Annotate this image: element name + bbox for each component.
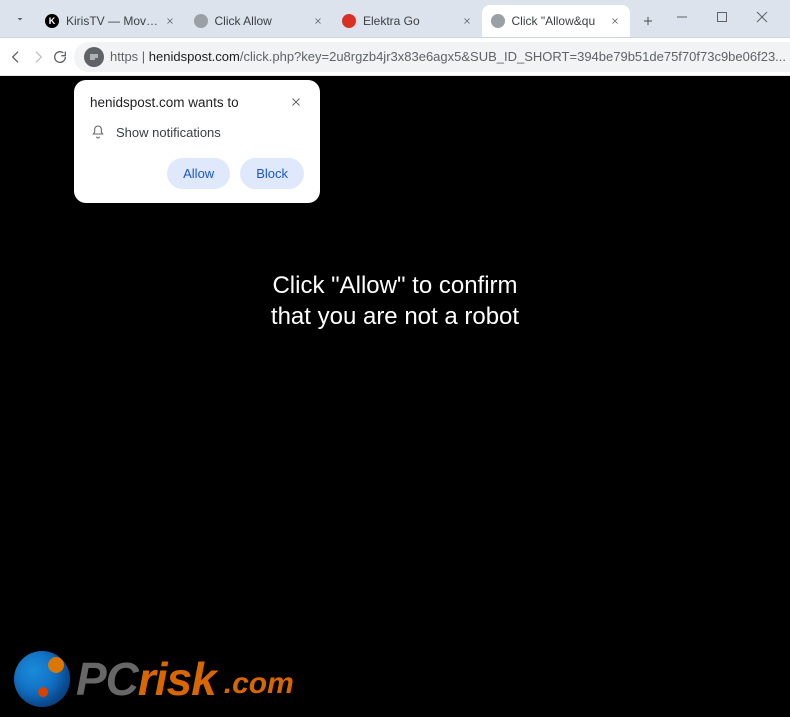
- tab-kiris[interactable]: K KirisTV — Movies and: [36, 5, 185, 37]
- bell-icon: [90, 124, 106, 140]
- tab-close-button[interactable]: [311, 14, 325, 28]
- back-button[interactable]: [8, 42, 24, 72]
- favicon-kiris: K: [44, 13, 60, 29]
- tab-strip: K KirisTV — Movies and Click Allow Elekt…: [36, 0, 662, 37]
- tab-close-button[interactable]: [163, 14, 177, 28]
- reload-button[interactable]: [52, 42, 68, 72]
- notification-heading: henidspost.com wants to: [90, 95, 239, 110]
- page-instruction-text: Click "Allow" to confirm that you are no…: [0, 270, 790, 332]
- tab-title: Elektra Go: [363, 14, 456, 28]
- minimize-button[interactable]: [662, 3, 702, 31]
- site-settings-icon[interactable]: [84, 47, 104, 67]
- reload-icon: [52, 49, 68, 65]
- close-icon: [290, 96, 302, 108]
- favicon-elektra: [341, 13, 357, 29]
- tab-search-dropdown[interactable]: [8, 7, 32, 31]
- block-button[interactable]: Block: [240, 158, 304, 189]
- dialog-close-button[interactable]: [288, 94, 304, 110]
- tab-title: Click Allow: [215, 14, 308, 28]
- arrow-right-icon: [30, 49, 46, 65]
- tab-title: KirisTV — Movies and: [66, 14, 159, 28]
- tab-close-button[interactable]: [460, 14, 474, 28]
- favicon-globe: [490, 13, 506, 29]
- forward-button[interactable]: [30, 42, 46, 72]
- plus-icon: [641, 14, 655, 28]
- notification-permission-dialog: henidspost.com wants to Show notificatio…: [74, 80, 320, 203]
- favicon-globe: [193, 13, 209, 29]
- titlebar: K KirisTV — Movies and Click Allow Elekt…: [0, 0, 790, 38]
- page-content: henidspost.com wants to Show notificatio…: [0, 76, 790, 717]
- tab-click-allow[interactable]: Click Allow: [185, 5, 334, 37]
- window-controls: [662, 3, 782, 31]
- maximize-button[interactable]: [702, 3, 742, 31]
- tab-close-button[interactable]: [608, 14, 622, 28]
- watermark-logo-icon: [14, 651, 70, 707]
- new-tab-button[interactable]: [634, 7, 662, 35]
- tab-title: Click "Allow&qu: [512, 14, 605, 28]
- watermark: PCrisk .com: [14, 651, 294, 707]
- allow-button[interactable]: Allow: [167, 158, 230, 189]
- watermark-text: PCrisk: [76, 652, 216, 706]
- tab-active[interactable]: Click "Allow&qu: [482, 5, 631, 37]
- arrow-left-icon: [8, 49, 24, 65]
- toolbar: https | henidspost.com/click.php?key=2u8…: [0, 38, 790, 76]
- chevron-down-icon: [14, 13, 26, 25]
- address-bar[interactable]: https | henidspost.com/click.php?key=2u8…: [74, 42, 790, 72]
- notification-permission-text: Show notifications: [116, 125, 221, 140]
- url-text: https | henidspost.com/click.php?key=2u8…: [110, 49, 786, 64]
- watermark-domain: .com: [224, 667, 294, 701]
- close-window-button[interactable]: [742, 3, 782, 31]
- tab-elektra[interactable]: Elektra Go: [333, 5, 482, 37]
